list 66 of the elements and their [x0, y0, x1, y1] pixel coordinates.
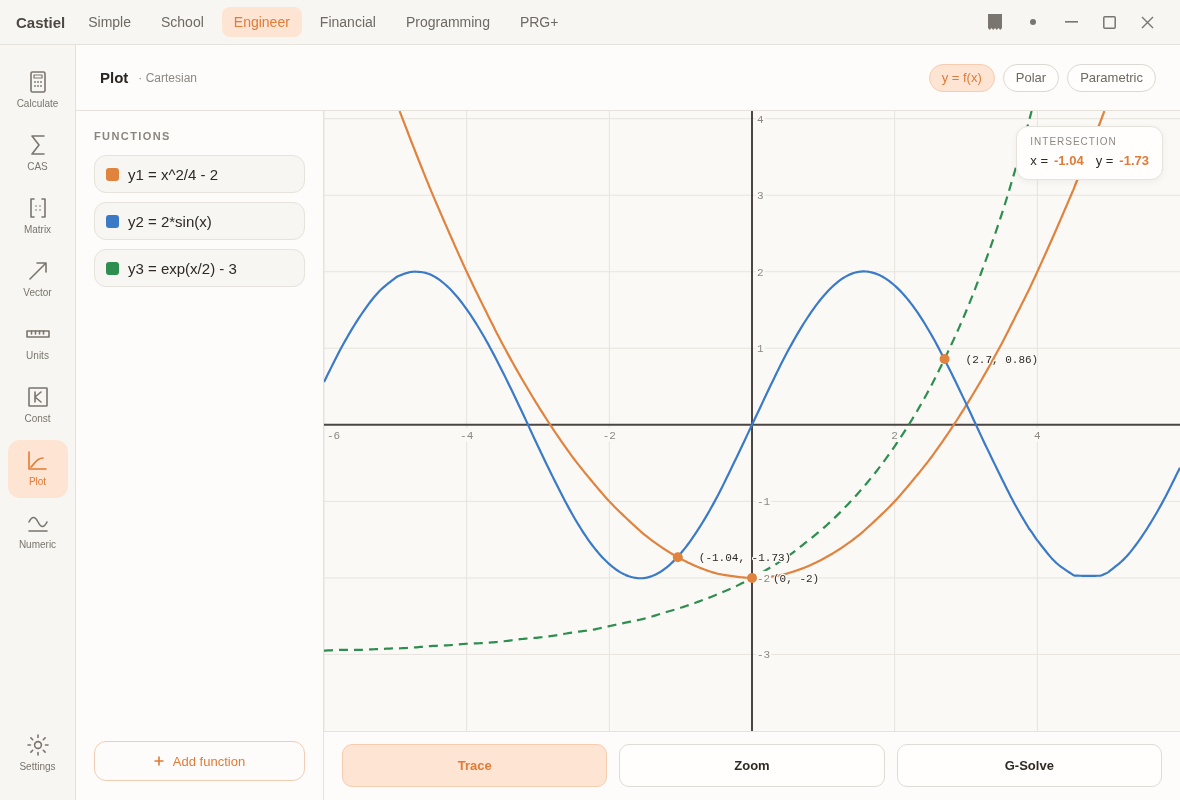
calculator-icon [29, 71, 46, 93]
sidebar-item[interactable]: Vector [7, 251, 68, 309]
dot-icon[interactable] [1030, 19, 1036, 25]
app-name: Castiel [16, 13, 66, 31]
sigma-icon [30, 135, 45, 155]
minimize-icon[interactable] [1064, 21, 1078, 23]
plot-mode-pill[interactable]: Polar [1002, 63, 1060, 92]
point-marker-icon[interactable] [747, 572, 757, 583]
axis-tick-label: -3 [757, 649, 771, 662]
receipt-icon[interactable] [988, 14, 1002, 30]
sidebar-item[interactable]: Settings [7, 725, 68, 783]
axis-tick-label: -4 [460, 429, 474, 442]
matrix-brackets-icon [29, 198, 46, 218]
mode-tab[interactable]: Financial [307, 7, 388, 37]
function-item[interactable]: y2 = 2*sin(x) [94, 202, 305, 240]
axis-tick-label: 2 [757, 266, 764, 279]
section-heading: FUNCTIONS [94, 129, 172, 143]
readout-label: x = [1030, 153, 1048, 169]
mode-tab[interactable]: School [149, 7, 216, 37]
point-label: (-1.04, -1.73) [698, 552, 792, 565]
point-marker-icon[interactable] [672, 552, 683, 563]
axis-tick-label: 1 [757, 343, 764, 356]
axis-tick-label: -6 [327, 429, 341, 442]
axis-tick-label: 4 [757, 114, 764, 126]
sidebar-item[interactable]: Units [7, 314, 68, 372]
axis-tick-label: -2 [602, 429, 616, 442]
mode-tab[interactable]: PRG+ [507, 7, 571, 37]
sidebar-item[interactable]: CAS [7, 125, 68, 183]
maximize-icon[interactable] [1102, 15, 1116, 29]
mode-tab[interactable]: Simple [76, 7, 143, 37]
plot-mode-pill[interactable]: y = f(x) [928, 63, 995, 92]
sidebar-item[interactable]: Calculate [7, 62, 68, 120]
readout-value: -1.04 [1054, 153, 1084, 169]
readout-value: -1.73 [1119, 153, 1149, 169]
close-icon[interactable] [1140, 15, 1154, 29]
axis-tick-label: 4 [1034, 429, 1041, 442]
tooltip-title: INTERSECTION [1030, 136, 1118, 148]
axis-tick-label: -2 [757, 572, 771, 585]
axis-tick-label: -1 [757, 496, 771, 509]
sidebar-item[interactable]: Const [7, 377, 68, 435]
sidebar-item[interactable]: Plot [7, 440, 68, 498]
tool-button[interactable]: Trace [342, 744, 608, 787]
sidebar-item[interactable]: Matrix [7, 188, 68, 246]
function-item[interactable]: y1 = x^2/4 - 2 [94, 155, 305, 193]
mode-tab[interactable]: Engineer [221, 7, 302, 37]
mode-tab[interactable]: Programming [393, 7, 502, 37]
tool-button[interactable]: G-Solve [896, 744, 1162, 787]
tool-button[interactable]: Zoom [619, 744, 885, 787]
plus-icon [153, 756, 164, 766]
function-item[interactable]: y3 = exp(x/2) - 3 [94, 249, 305, 287]
axis-tick-label: 2 [891, 429, 898, 442]
arrow-icon [28, 262, 47, 280]
page-title: Plot [100, 69, 129, 86]
add-function-button[interactable]: Add function [94, 741, 305, 781]
point-marker-icon[interactable] [939, 354, 950, 364]
readout-label: y = [1095, 153, 1114, 169]
ruler-icon [25, 330, 50, 338]
sidebar-item[interactable]: Numeric [7, 503, 68, 561]
graph-icon [28, 450, 47, 470]
boxed-k-icon [27, 387, 48, 407]
axis-tick-label: 3 [757, 190, 764, 203]
plot-mode-pill[interactable]: Parametric [1067, 63, 1156, 92]
settings-icon [26, 734, 49, 756]
point-label: (0, -2) [773, 572, 820, 585]
page-subtitle: · Cartesian [138, 70, 198, 85]
wave-icon [27, 514, 48, 532]
